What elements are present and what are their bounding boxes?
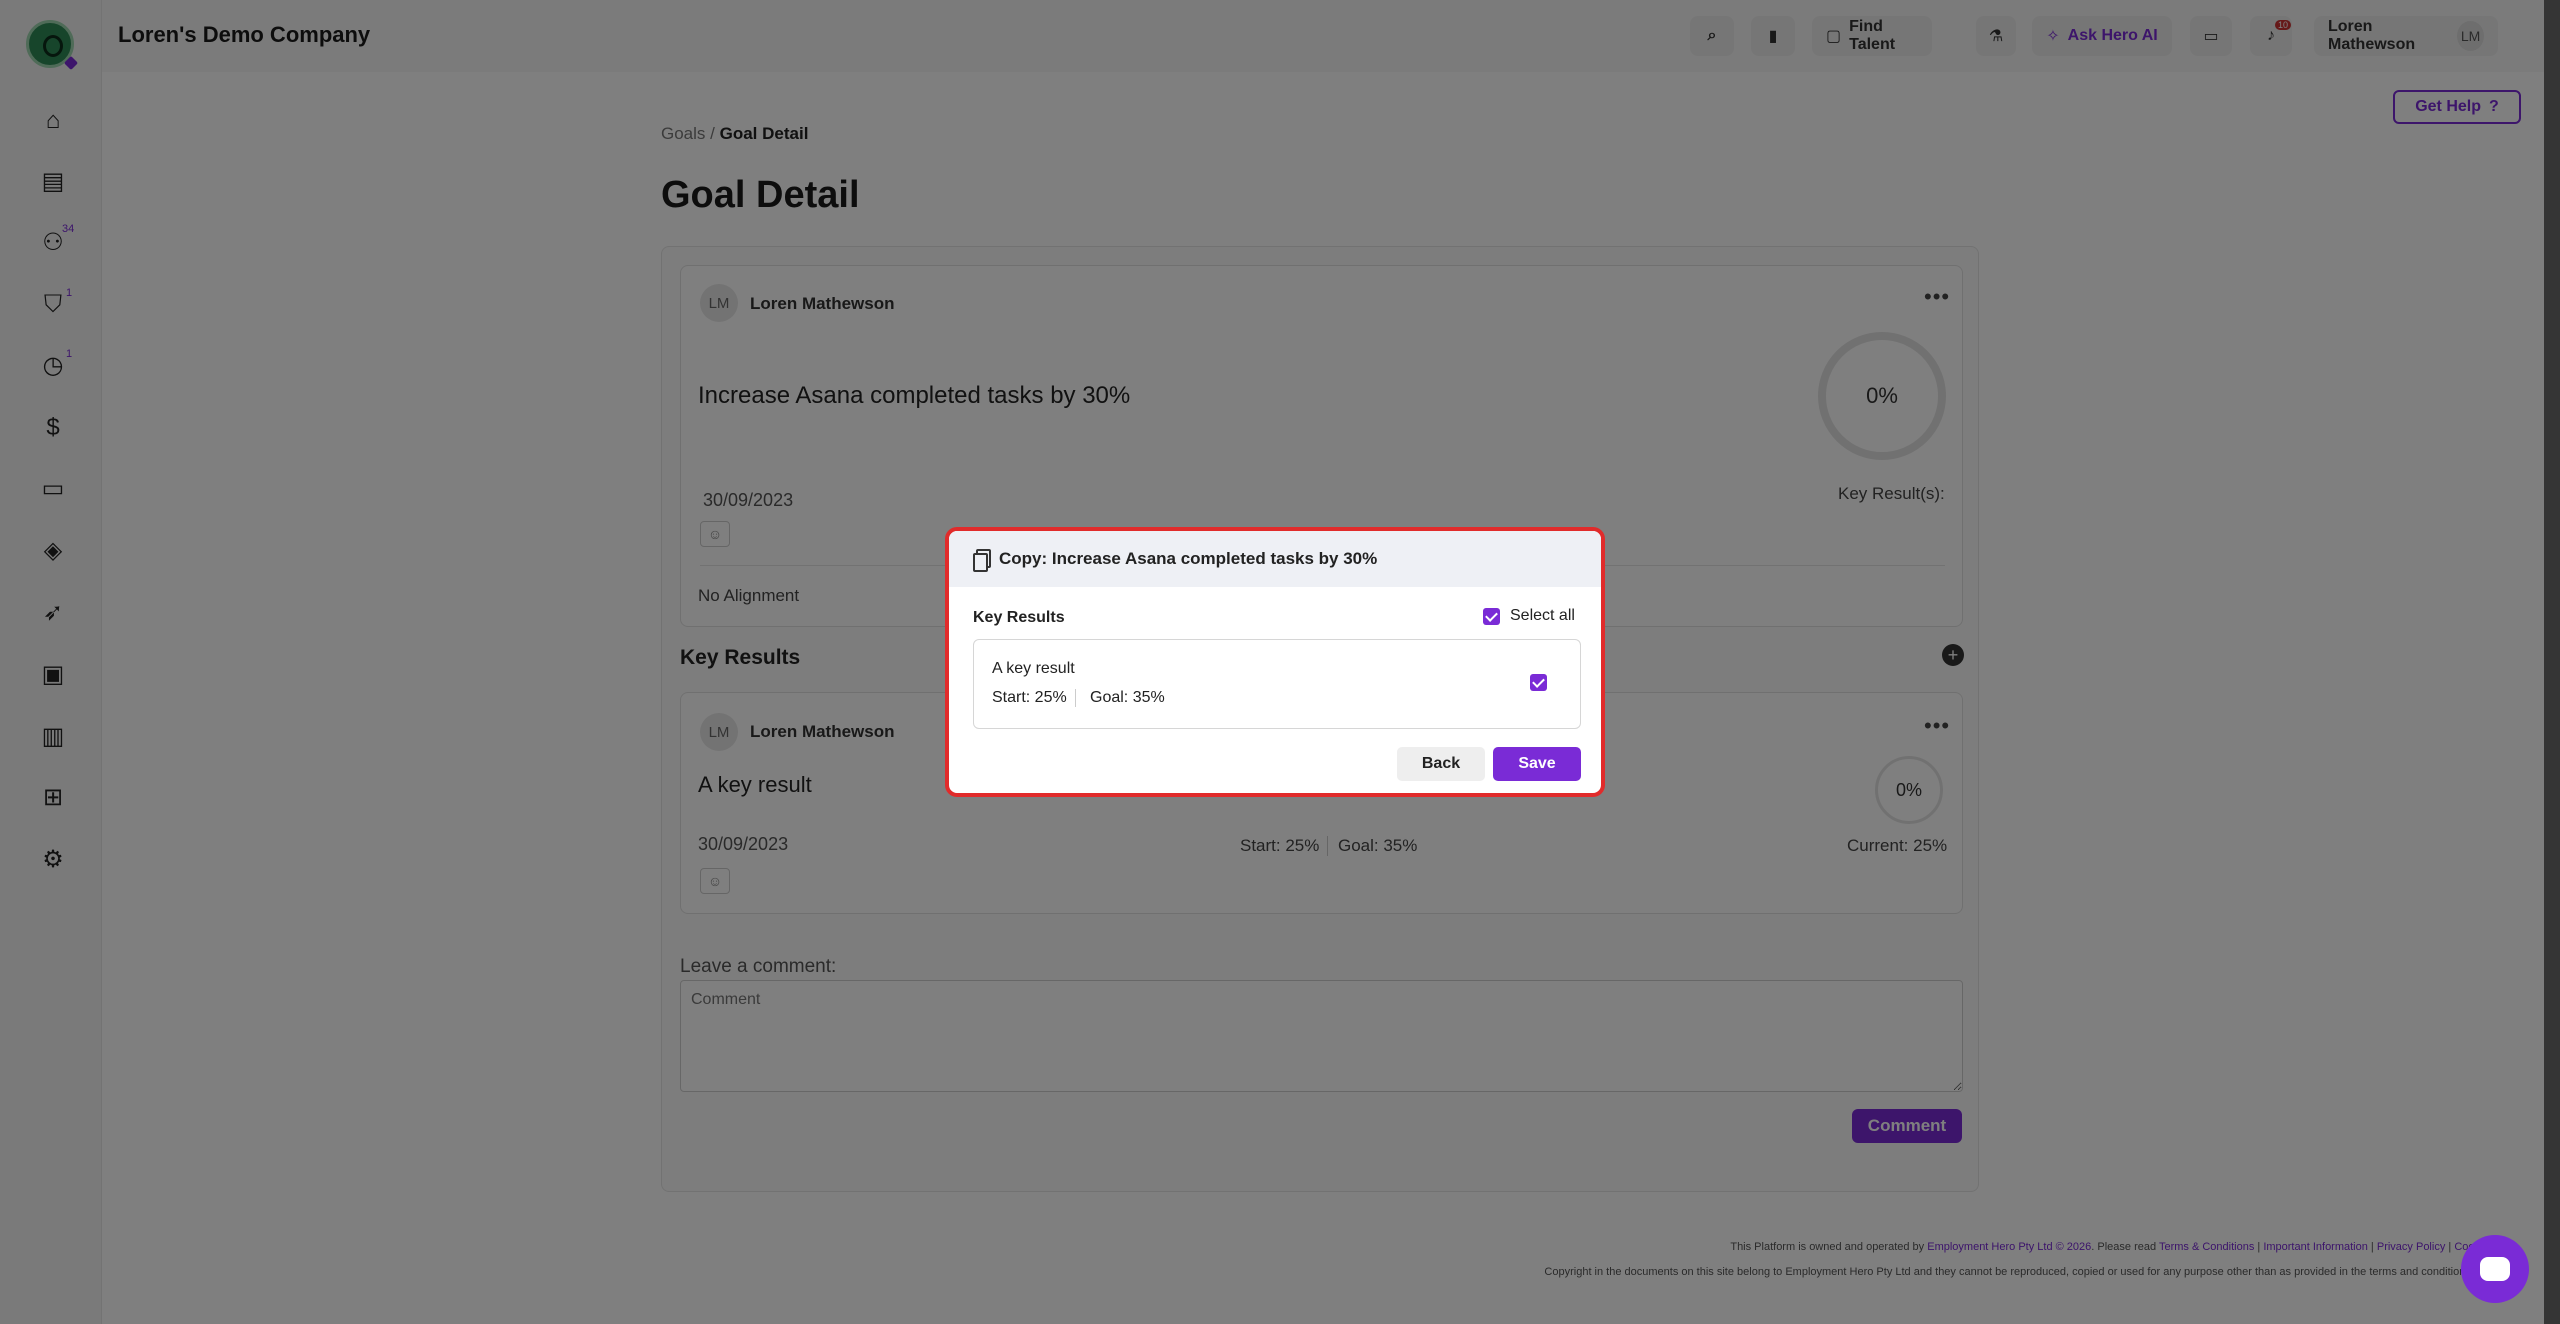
modal-header: Copy: Increase Asana completed tasks by … xyxy=(949,531,1601,587)
checkbox-checked-icon[interactable] xyxy=(1483,607,1500,625)
modal-title: Copy: Increase Asana completed tasks by … xyxy=(999,549,1378,568)
kr-option-start: Start: 25% xyxy=(992,689,1076,707)
kr-option-checkbox[interactable] xyxy=(1530,674,1547,691)
modal-key-results-label: Key Results xyxy=(973,609,1065,626)
chat-support-button[interactable] xyxy=(2461,1235,2529,1303)
key-result-option[interactable]: A key result Start: 25% Goal: 35% xyxy=(973,639,1581,729)
select-all-label: Select all xyxy=(1510,607,1575,624)
kr-option-name: A key result xyxy=(992,660,1075,677)
select-all-checkbox[interactable]: Select all xyxy=(1483,607,1575,625)
kr-option-goal: Goal: 35% xyxy=(1090,689,1165,706)
copy-goal-modal: Copy: Increase Asana completed tasks by … xyxy=(945,527,1605,797)
copy-icon xyxy=(973,549,991,572)
back-button[interactable]: Back xyxy=(1397,747,1485,781)
save-button[interactable]: Save xyxy=(1493,747,1581,781)
